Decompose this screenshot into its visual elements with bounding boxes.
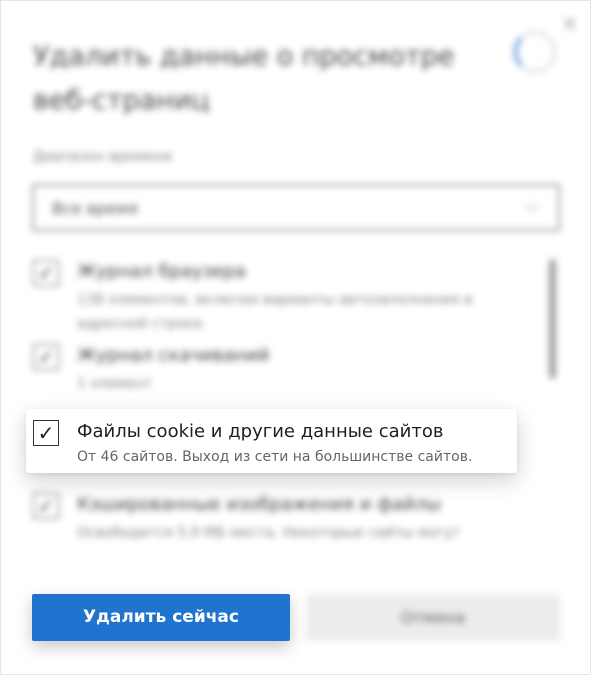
option-cookies-site-data[interactable]: ✓ Файлы cookie и другие данные сайтов От… xyxy=(26,409,517,473)
option-label: Журнал скачиваний xyxy=(77,345,270,366)
option-label: Файлы cookie и другие данные сайтов xyxy=(77,421,444,442)
checkbox-cached-images[interactable]: ✓ xyxy=(33,493,59,519)
time-range-value: Все время xyxy=(52,199,138,218)
dialog-title: Удалить данные о просмотре веб-страниц xyxy=(33,41,455,116)
blurred-background-content: × Удалить данные о просмотре веб-страниц… xyxy=(1,1,591,676)
close-icon[interactable]: × xyxy=(561,11,578,35)
delete-now-button[interactable]: Удалить сейчас xyxy=(32,594,290,641)
cancel-button[interactable]: Отмена xyxy=(306,594,560,641)
option-label: Кэшированные изображения и файлы xyxy=(77,494,441,515)
checkbox-cookies[interactable]: ✓ xyxy=(33,420,59,446)
checkbox-browsing-history[interactable]: ✓ xyxy=(33,260,59,286)
scrollbar-thumb[interactable] xyxy=(549,259,556,379)
chevron-down-icon: ⌵ xyxy=(524,195,538,216)
option-label: Журнал браузера xyxy=(77,261,246,282)
option-description: От 46 сайтов. Выход из сети на большинст… xyxy=(77,449,473,465)
option-description: 138 элементов, включая варианты автозапо… xyxy=(77,292,473,332)
option-description: Освободится 5,9 МБ места. Некоторые сайт… xyxy=(77,525,461,541)
option-description: 1 элемент xyxy=(77,376,153,392)
checkbox-download-history[interactable]: ✓ xyxy=(33,344,59,370)
loading-spinner-icon xyxy=(514,31,556,73)
time-range-select[interactable]: Все время ⌵ xyxy=(32,184,560,231)
clear-browsing-data-dialog: × Удалить данные о просмотре веб-страниц… xyxy=(0,0,591,675)
time-range-label: Диапазон времени xyxy=(33,149,173,165)
